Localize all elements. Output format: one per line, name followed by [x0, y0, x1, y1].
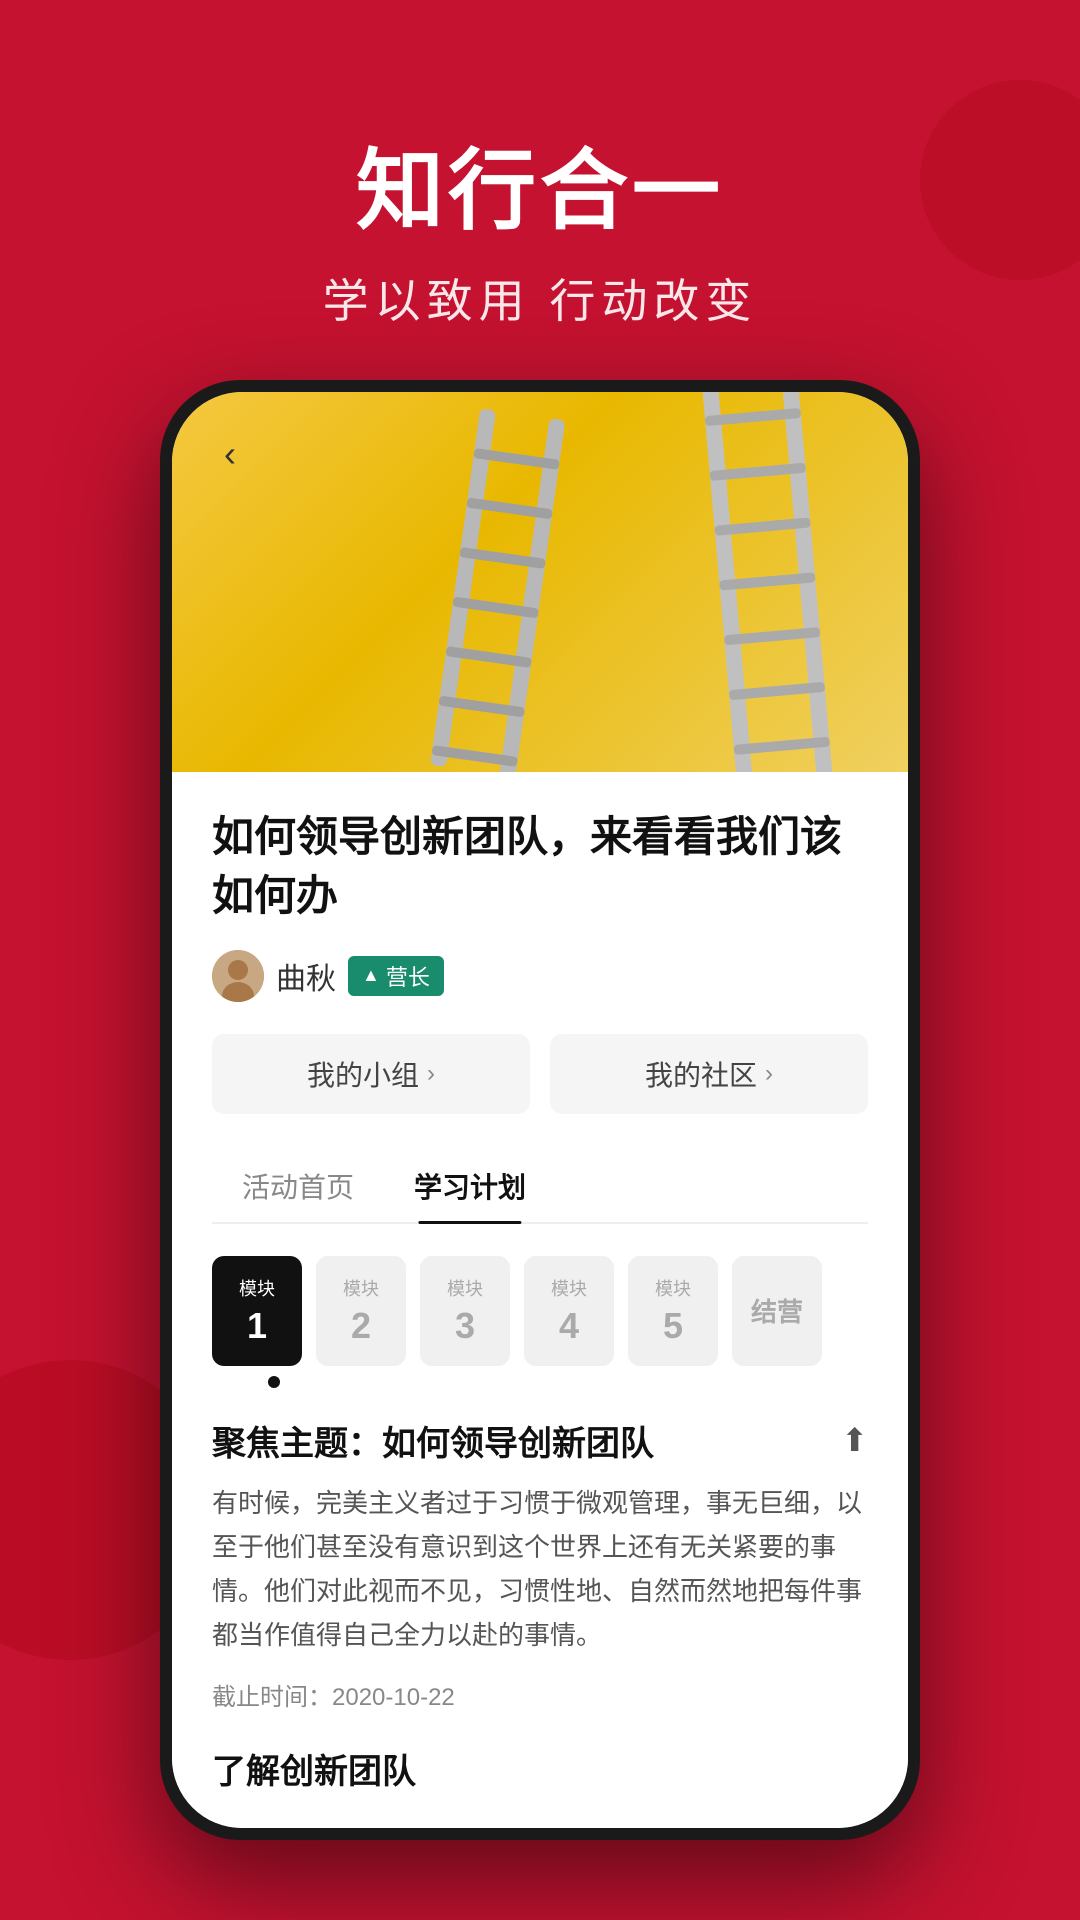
badge-label: 营长: [386, 960, 430, 992]
my-community-button[interactable]: 我的社区 ›: [550, 1034, 868, 1114]
my-group-label: 我的小组: [307, 1054, 419, 1094]
tab-activity-label: 活动首页: [242, 1172, 354, 1203]
nav-buttons: 我的小组 › 我的社区 ›: [212, 1034, 868, 1114]
tab-study-label: 学习计划: [414, 1172, 526, 1203]
module-tab-end[interactable]: 结营: [732, 1256, 822, 1366]
ladder-image: [172, 392, 908, 772]
module-end-label: 结营: [751, 1292, 803, 1329]
article-image: ‹: [172, 392, 908, 772]
module-1-num: 1: [247, 1305, 267, 1347]
module-3-label: 模块: [447, 1275, 483, 1301]
phone-content: ‹ 如何领导创新团队，来看看我们该如何办: [172, 392, 908, 1828]
module-tab-5[interactable]: 模块 5: [628, 1256, 718, 1366]
my-group-button[interactable]: 我的小组 ›: [212, 1034, 530, 1114]
back-button[interactable]: ‹: [200, 424, 260, 484]
author-name: 曲秋: [276, 954, 336, 998]
module-5-num: 5: [663, 1305, 683, 1347]
module-2-label: 模块: [343, 1275, 379, 1301]
tab-study-plan[interactable]: 学习计划: [384, 1150, 556, 1222]
article-body: 如何领导创新团队，来看看我们该如何办 曲秋: [172, 772, 908, 1828]
module-5-label: 模块: [655, 1275, 691, 1301]
understand-title: 了解创新团队: [212, 1744, 868, 1793]
group-arrow-icon: ›: [427, 1060, 435, 1088]
module-4-num: 4: [559, 1305, 579, 1347]
phone-mockup: ‹ 如何领导创新团队，来看看我们该如何办: [160, 380, 920, 1840]
author-badge: ▲ 营长: [348, 956, 444, 996]
phone-frame: ‹ 如何领导创新团队，来看看我们该如何办: [160, 380, 920, 1840]
community-arrow-icon: ›: [765, 1060, 773, 1088]
share-icon[interactable]: ⬆: [841, 1421, 868, 1459]
focus-body: 有时候，完美主义者过于习惯于微观管理，事无巨细，以至于他们甚至没有意识到这个世界…: [212, 1481, 868, 1658]
focus-section: 聚焦主题：如何领导创新团队 ⬆ 有时候，完美主义者过于习惯于微观管理，事无巨细，…: [212, 1416, 868, 1794]
module-tab-4[interactable]: 模块 4: [524, 1256, 614, 1366]
phone-screen: ‹ 如何领导创新团队，来看看我们该如何办: [172, 392, 908, 1828]
module-tab-3[interactable]: 模块 3: [420, 1256, 510, 1366]
module-tab-1[interactable]: 模块 1: [212, 1256, 302, 1366]
module-3-num: 3: [455, 1305, 475, 1347]
hero-subtitle: 学以致用 行动改变: [0, 265, 1080, 331]
focus-title-row: 聚焦主题：如何领导创新团队 ⬆: [212, 1416, 868, 1465]
author-row: 曲秋 ▲ 营长: [212, 950, 868, 1002]
hero-title: 知行合一: [0, 120, 1080, 247]
deadline-text: 截止时间：2020-10-22: [212, 1677, 868, 1712]
module-dot-row: [212, 1376, 868, 1388]
badge-icon: ▲: [362, 965, 380, 986]
hero-section: 知行合一 学以致用 行动改变: [0, 120, 1080, 331]
my-community-label: 我的社区: [645, 1054, 757, 1094]
tabs-row: 活动首页 学习计划: [212, 1150, 868, 1224]
author-avatar: [212, 950, 264, 1002]
focus-title: 聚焦主题：如何领导创新团队: [212, 1416, 654, 1465]
back-icon: ‹: [224, 433, 236, 475]
article-title: 如何领导创新团队，来看看我们该如何办: [212, 808, 868, 926]
module-tab-2[interactable]: 模块 2: [316, 1256, 406, 1366]
module-2-num: 2: [351, 1305, 371, 1347]
module-tabs: 模块 1 模块 2 模块 3 模块 4: [212, 1256, 868, 1366]
module-4-label: 模块: [551, 1275, 587, 1301]
module-active-dot: [268, 1376, 280, 1388]
tab-activity-home[interactable]: 活动首页: [212, 1150, 384, 1222]
module-1-label: 模块: [239, 1275, 275, 1301]
